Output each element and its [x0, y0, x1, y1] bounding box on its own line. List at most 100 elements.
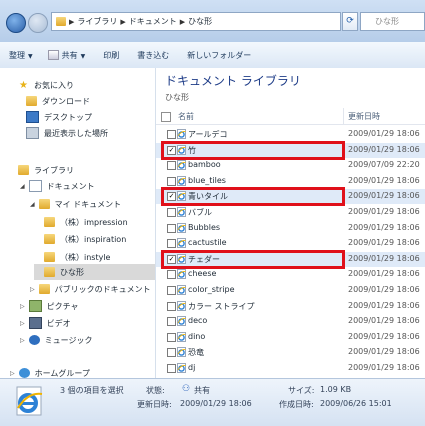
status-created-label: 作成日時: [279, 400, 314, 409]
pictures-icon [28, 300, 42, 312]
file-checkbox[interactable] [167, 177, 176, 186]
column-divider[interactable] [343, 108, 344, 124]
nav-folder-hinagata[interactable]: ひな形 [34, 264, 155, 280]
file-checkbox[interactable] [167, 348, 176, 357]
file-name: bamboo [188, 160, 221, 169]
file-name: Bubbles [188, 223, 221, 232]
status-size-label: サイズ: [288, 386, 315, 395]
refresh-button[interactable]: ⟳ [342, 12, 358, 31]
nav-desktop[interactable]: デスクトップ [26, 109, 92, 125]
nav-label: ドキュメント [46, 181, 95, 191]
file-checkbox[interactable] [167, 333, 176, 342]
nav-label: パブリックのドキュメント [54, 284, 151, 294]
file-date: 2009/01/29 18:06 [348, 363, 420, 372]
file-row[interactable]: color_stripe 2009/01/29 18:06 [156, 283, 425, 298]
file-date: 2009/01/29 18:06 [348, 285, 420, 294]
selection-highlight-box [161, 187, 345, 206]
file-row[interactable]: アールデコ 2009/01/29 18:06 [156, 127, 425, 142]
file-row[interactable]: 恐竜 2009/01/29 18:06 [156, 345, 425, 360]
nav-pictures[interactable]: ▷ ピクチャ [20, 298, 79, 314]
file-checkbox[interactable] [167, 208, 176, 217]
ie-html-file-icon [177, 238, 186, 248]
expand-icon[interactable]: ▷ [20, 320, 25, 327]
ie-html-file-icon [177, 176, 186, 186]
music-icon [28, 335, 40, 345]
file-row[interactable]: cactustile 2009/01/29 18:06 [156, 236, 425, 251]
new-folder-button[interactable]: 新しいフォルダー [178, 50, 260, 61]
file-row[interactable]: バブル 2009/01/29 18:06 [156, 205, 425, 220]
file-row[interactable]: cheese 2009/01/29 18:06 [156, 267, 425, 282]
file-checkbox[interactable] [167, 239, 176, 248]
file-checkbox[interactable] [167, 161, 176, 170]
print-button[interactable]: 印刷 [94, 50, 128, 61]
file-date: 2009/01/29 18:06 [348, 176, 420, 185]
library-icon [18, 165, 29, 175]
expand-icon[interactable]: ▷ [20, 337, 25, 344]
share-label: 共有 [61, 50, 78, 60]
file-checkbox[interactable] [167, 224, 176, 233]
share-menu[interactable]: 共有 ▼ [42, 50, 95, 61]
ie-html-file-icon [177, 316, 186, 326]
file-checkbox[interactable] [167, 302, 176, 311]
column-header-date[interactable]: 更新日時 [348, 111, 380, 122]
nav-label: ミュージック [44, 335, 93, 345]
nav-documents[interactable]: ◢ ドキュメント [20, 178, 95, 194]
nav-folder-inspiration[interactable]: （株）inspiration [44, 231, 126, 247]
breadcrumb-libraries[interactable]: ライブラリ [74, 16, 120, 27]
nav-favorites[interactable]: ★ お気に入り [18, 77, 74, 93]
nav-folder-instyle[interactable]: （株）instyle [44, 249, 110, 265]
nav-label: 最近表示した場所 [44, 128, 108, 138]
file-name: cactustile [188, 238, 227, 247]
nav-homegroup[interactable]: ▷ ホームグループ [10, 365, 90, 378]
organize-menu[interactable]: 整理 ▼ [0, 50, 42, 61]
file-checkbox[interactable] [167, 317, 176, 326]
file-row[interactable]: カラー ストライプ 2009/01/29 18:06 [156, 299, 425, 314]
file-checkbox[interactable] [167, 364, 176, 373]
desktop-icon [26, 111, 39, 123]
expand-icon[interactable]: ▷ [10, 370, 15, 377]
file-row[interactable]: bamboo 2009/07/09 22:20 [156, 158, 425, 173]
file-row[interactable]: Bubbles 2009/01/29 18:06 [156, 221, 425, 236]
file-checkbox[interactable] [167, 130, 176, 139]
file-checkbox[interactable] [167, 270, 176, 279]
file-row[interactable]: deco 2009/01/29 18:06 [156, 314, 425, 329]
file-date: 2009/01/29 18:06 [348, 347, 420, 356]
ie-html-file-icon [177, 363, 186, 373]
file-date: 2009/01/29 18:06 [348, 191, 420, 200]
back-button[interactable] [6, 13, 26, 33]
status-created-value: 2009/06/26 15:01 [320, 399, 392, 408]
expand-icon[interactable]: ▷ [20, 303, 25, 310]
select-all-checkbox[interactable] [161, 112, 171, 122]
nav-videos[interactable]: ▷ ビデオ [20, 315, 71, 331]
burn-button[interactable]: 書き込む [128, 50, 178, 61]
expand-icon[interactable]: ◢ [20, 183, 25, 190]
file-date: 2009/01/29 18:06 [348, 269, 420, 278]
file-date: 2009/01/29 18:06 [348, 129, 420, 138]
address-bar-area: ▶ ライブラリ ▶ ドキュメント ▶ ひな形 ⟳ ひな形 [0, 0, 425, 42]
star-icon: ★ [19, 79, 28, 91]
search-input[interactable]: ひな形 [360, 12, 425, 31]
nav-label: （株）instyle [60, 252, 111, 262]
nav-folder-impression[interactable]: （株）impression [44, 214, 128, 230]
forward-button[interactable] [28, 13, 48, 33]
nav-public-documents[interactable]: ▷ パブリックのドキュメント [30, 281, 151, 297]
file-checkbox[interactable] [167, 286, 176, 295]
column-header-name[interactable]: 名前 [178, 111, 194, 122]
shared-users-icon: ⚇ [182, 384, 191, 394]
nav-recent[interactable]: 最近表示した場所 [26, 125, 108, 141]
expand-icon[interactable]: ▷ [30, 286, 35, 293]
nav-downloads[interactable]: ダウンロード [26, 93, 90, 109]
breadcrumb-hinagata[interactable]: ひな形 [185, 16, 215, 27]
address-bar[interactable]: ▶ ライブラリ ▶ ドキュメント ▶ ひな形 [51, 12, 341, 31]
expand-icon[interactable]: ◢ [30, 201, 35, 208]
file-name: dj [188, 363, 196, 372]
breadcrumb-documents[interactable]: ドキュメント [126, 16, 180, 27]
share-icon [47, 50, 59, 60]
file-row[interactable]: dino 2009/01/29 18:06 [156, 330, 425, 345]
ie-html-file-icon [177, 285, 186, 295]
nav-music[interactable]: ▷ ミュージック [20, 332, 92, 348]
nav-my-documents[interactable]: ◢ マイ ドキュメント [30, 196, 121, 212]
folder-icon [38, 199, 50, 209]
file-row[interactable]: dj 2009/01/29 18:06 [156, 361, 425, 376]
nav-libraries[interactable]: ライブラリ [18, 162, 74, 178]
